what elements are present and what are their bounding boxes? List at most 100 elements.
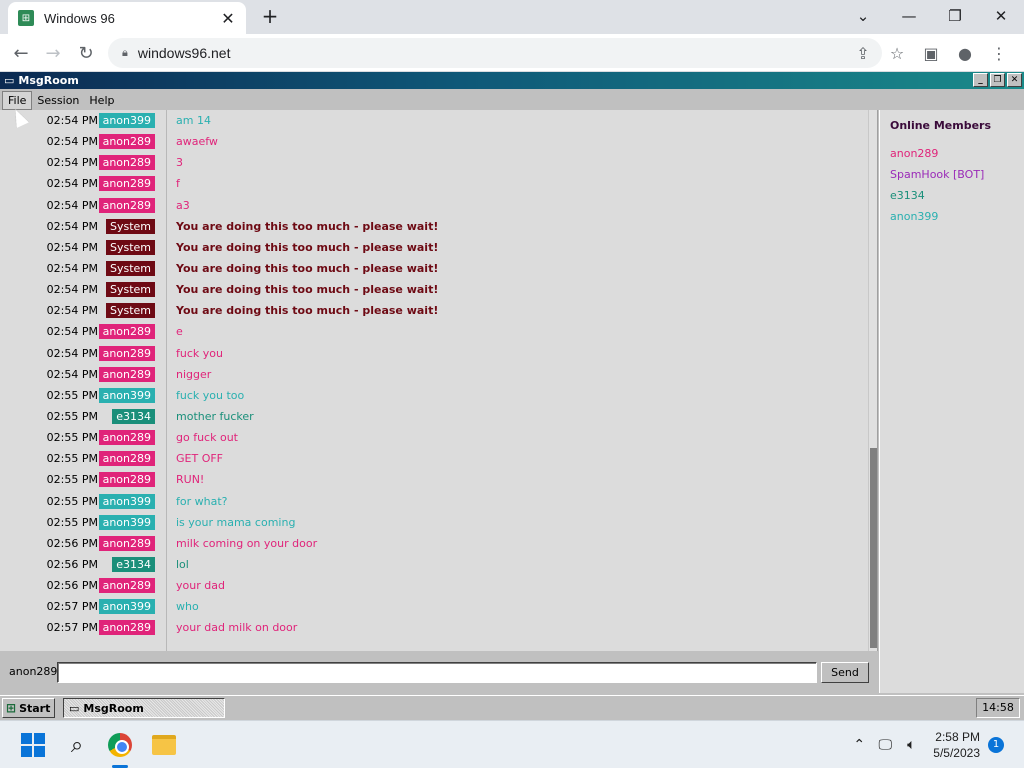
message-input[interactable] xyxy=(57,662,817,683)
message-text: for what? xyxy=(176,494,228,508)
message-text: nigger xyxy=(176,367,212,381)
message-username[interactable]: anon289 xyxy=(98,578,155,594)
network-icon[interactable]: 🖵︎ xyxy=(873,737,897,753)
message-username[interactable]: anon399 xyxy=(98,599,155,615)
share-icon[interactable]: ⇪ xyxy=(848,39,878,67)
w96-taskbar: ⊞ Start ▭ MsgRoom 14:58 xyxy=(0,695,1024,720)
menubar: File Session Help xyxy=(0,90,1024,110)
members-panel: Online Members anon289 SpamHook [BOT] e313… xyxy=(879,110,1024,693)
message-row: 02:54 PM anon289 a3 xyxy=(0,195,866,216)
profile-avatar-icon[interactable]: ● xyxy=(950,39,980,67)
minimize-window-button[interactable]: _ xyxy=(973,73,988,87)
message-username[interactable]: anon289 xyxy=(98,430,155,446)
lock-icon[interactable]: 🔒︎ xyxy=(122,46,128,60)
message-time: 02:55 PM xyxy=(46,410,98,424)
message-username[interactable]: anon289 xyxy=(98,366,155,382)
scrollbar-thumb[interactable] xyxy=(870,448,877,648)
message-username[interactable]: anon289 xyxy=(98,176,155,192)
taskbar-msgroom-button[interactable]: ▭ MsgRoom xyxy=(63,698,225,718)
message-username[interactable]: System xyxy=(105,218,155,234)
close-window-button[interactable]: ✕ xyxy=(1007,73,1022,87)
member-item[interactable]: anon399 xyxy=(890,210,938,223)
message-time: 02:55 PM xyxy=(46,515,98,529)
message-username[interactable]: System xyxy=(105,282,155,298)
windows-start-icon[interactable] xyxy=(19,731,47,759)
message-time: 02:54 PM xyxy=(46,283,98,297)
chat-bubble-icon: ▭ xyxy=(69,701,80,715)
message-username[interactable]: anon289 xyxy=(98,620,155,636)
member-item[interactable]: SpamHook [BOT] xyxy=(890,168,984,181)
message-username[interactable]: anon289 xyxy=(98,324,155,340)
menu-help[interactable]: Help xyxy=(84,92,119,109)
titlebar-buttons: _ ❐ ✕ xyxy=(973,73,1022,87)
message-text: fuck you xyxy=(176,346,223,360)
os-clock[interactable]: 2:58 PM 5/5/2023 xyxy=(933,729,980,761)
message-time: 02:54 PM xyxy=(46,304,98,318)
menu-session[interactable]: Session xyxy=(32,92,84,109)
more-menu-icon[interactable]: ⋮ xyxy=(984,39,1014,67)
message-username[interactable]: System xyxy=(105,239,155,255)
message-text: GET OFF xyxy=(176,452,224,466)
os-time: 2:58 PM xyxy=(935,730,980,744)
reload-icon[interactable]: ↻ xyxy=(72,39,100,67)
message-row: 02:55 PM anon399 for what? xyxy=(0,491,866,512)
message-time: 02:55 PM xyxy=(46,431,98,445)
message-username[interactable]: e3134 xyxy=(112,557,155,573)
message-username[interactable]: anon289 xyxy=(98,451,155,467)
message-username[interactable]: anon289 xyxy=(98,535,155,551)
forward-arrow-icon[interactable]: → xyxy=(39,39,67,67)
restore-button[interactable]: ❐ xyxy=(932,0,978,32)
window-title: MsgRoom xyxy=(18,74,79,87)
message-time: 02:54 PM xyxy=(46,198,98,212)
message-username[interactable]: anon399 xyxy=(98,514,155,530)
message-username[interactable]: anon399 xyxy=(98,113,155,129)
msgroom-titlebar[interactable]: ▭ MsgRoom _ ❐ ✕ xyxy=(0,72,1024,89)
browser-tab[interactable]: ⊞ Windows 96 ✕ xyxy=(8,2,246,34)
chat-log[interactable]: 02:54 PM anon399 am 14 02:54 PM anon289 awaef… xyxy=(0,110,878,651)
message-username[interactable]: anon289 xyxy=(98,197,155,213)
send-button[interactable]: Send xyxy=(821,662,869,683)
chat-scrollbar[interactable] xyxy=(868,110,877,651)
message-time: 02:54 PM xyxy=(46,135,98,149)
start-button[interactable]: ⊞ Start xyxy=(2,698,55,718)
maximize-window-button[interactable]: ❐ xyxy=(990,73,1005,87)
tab-close-icon[interactable]: ✕ xyxy=(220,9,236,28)
member-item[interactable]: anon289 xyxy=(890,147,938,160)
chevron-up-icon[interactable]: ⌃ xyxy=(847,737,871,753)
message-username[interactable]: anon289 xyxy=(98,472,155,488)
close-button[interactable]: ✕ xyxy=(978,0,1024,32)
message-username[interactable]: anon289 xyxy=(98,345,155,361)
address-bar[interactable]: 🔒︎ windows96.net xyxy=(108,38,882,68)
message-username[interactable]: e3134 xyxy=(112,409,155,425)
new-tab-button[interactable]: + xyxy=(258,5,282,29)
message-username[interactable]: anon399 xyxy=(98,387,155,403)
minimize-button[interactable]: — xyxy=(886,0,932,32)
message-row: 02:54 PM anon289 awaefw xyxy=(0,131,866,152)
message-username[interactable]: anon399 xyxy=(98,493,155,509)
search-icon[interactable]: ⌕ xyxy=(63,731,91,759)
message-row: 02:55 PM anon289 RUN! xyxy=(0,469,866,490)
back-arrow-icon[interactable]: ← xyxy=(7,39,35,67)
message-username[interactable]: System xyxy=(105,303,155,319)
message-row: 02:54 PM anon289 e xyxy=(0,321,866,342)
message-username[interactable]: anon289 xyxy=(98,134,155,150)
message-username[interactable]: System xyxy=(105,261,155,277)
message-time: 02:54 PM xyxy=(46,114,98,128)
message-time: 02:54 PM xyxy=(46,367,98,381)
file-explorer-icon[interactable] xyxy=(150,731,178,759)
side-panel-icon[interactable]: ▣ xyxy=(916,39,946,67)
notification-badge[interactable]: 1 xyxy=(988,737,1004,753)
chrome-icon[interactable] xyxy=(106,731,134,759)
message-row: 02:56 PM anon289 milk coming on your door xyxy=(0,533,866,554)
bookmark-star-icon[interactable]: ☆ xyxy=(882,39,912,67)
tab-search-chevron-icon[interactable]: ⌄ xyxy=(840,0,886,32)
message-text: You are doing this too much - please wai… xyxy=(176,304,439,318)
browser-tabstrip: ⊞ Windows 96 ✕ + ⌄ — ❐ ✕ xyxy=(0,0,1024,34)
volume-icon[interactable]: 🔈︎ xyxy=(899,737,923,753)
message-row: 02:54 PM System You are doing this too muc… xyxy=(0,300,866,321)
message-text: go fuck out xyxy=(176,431,238,445)
message-time: 02:54 PM xyxy=(46,240,98,254)
message-row: 02:54 PM System You are doing this too muc… xyxy=(0,237,866,258)
member-item[interactable]: e3134 xyxy=(890,189,925,202)
message-username[interactable]: anon289 xyxy=(98,155,155,171)
